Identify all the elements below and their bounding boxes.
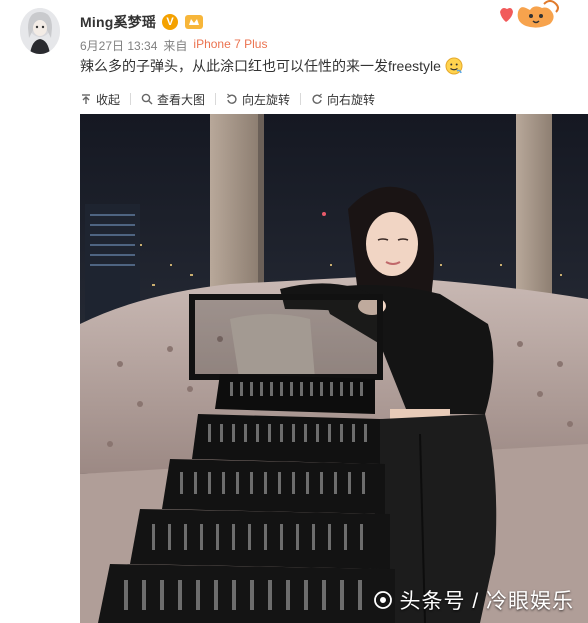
rotate-right-icon	[312, 93, 323, 104]
post-image[interactable]: 头条号 / 冷眼娱乐	[80, 114, 588, 623]
post-photo-scene	[80, 114, 588, 623]
post-text: 辣么多的子弹头，从此涂口红也可以任性的来一发freestyle	[80, 58, 441, 74]
avatar[interactable]	[20, 8, 60, 54]
toolbar-divider	[130, 93, 132, 105]
zoom-icon	[141, 93, 153, 105]
toolbar-divider	[215, 93, 217, 105]
rotate-left-label: 向左旋转	[242, 92, 291, 107]
toolbar-divider	[300, 93, 302, 105]
collapse-button[interactable]: 收起	[80, 91, 120, 108]
rotate-right-label: 向右旋转	[327, 92, 376, 107]
post-source[interactable]: iPhone 7 Plus	[193, 37, 267, 54]
rotate-right-button[interactable]: 向右旋转	[311, 91, 375, 108]
watermark-text: 头条号 / 冷眼娱乐	[399, 590, 574, 613]
watermark-logo-icon	[374, 591, 393, 609]
rotate-left-button[interactable]: 向左旋转	[226, 91, 290, 108]
rotate-left-icon	[226, 93, 237, 104]
mascot-icon[interactable]	[498, 0, 570, 30]
source-prefix: 来自	[163, 39, 188, 53]
collapse-icon	[82, 94, 90, 104]
collapse-label: 收起	[96, 92, 121, 107]
emoji-icon	[445, 57, 463, 75]
post-date[interactable]: 6月27日 13:34	[80, 37, 157, 54]
member-icon[interactable]	[184, 14, 204, 30]
watermark: 头条号 / 冷眼娱乐	[373, 585, 574, 615]
verified-badge-icon: V	[162, 14, 179, 30]
view-large-label: 查看大图	[157, 92, 206, 107]
post-header: Ming奚梦瑶 V 6月27日 13:34 来自 iPhone 7 Plus 辣…	[0, 0, 588, 84]
username[interactable]: Ming奚梦瑶	[80, 12, 156, 32]
post-meta: 6月27日 13:34 来自 iPhone 7 Plus	[80, 37, 267, 54]
image-toolbar: 收起 查看大图 向左旋转 向右旋转	[0, 84, 588, 114]
view-large-button[interactable]: 查看大图	[141, 91, 205, 108]
